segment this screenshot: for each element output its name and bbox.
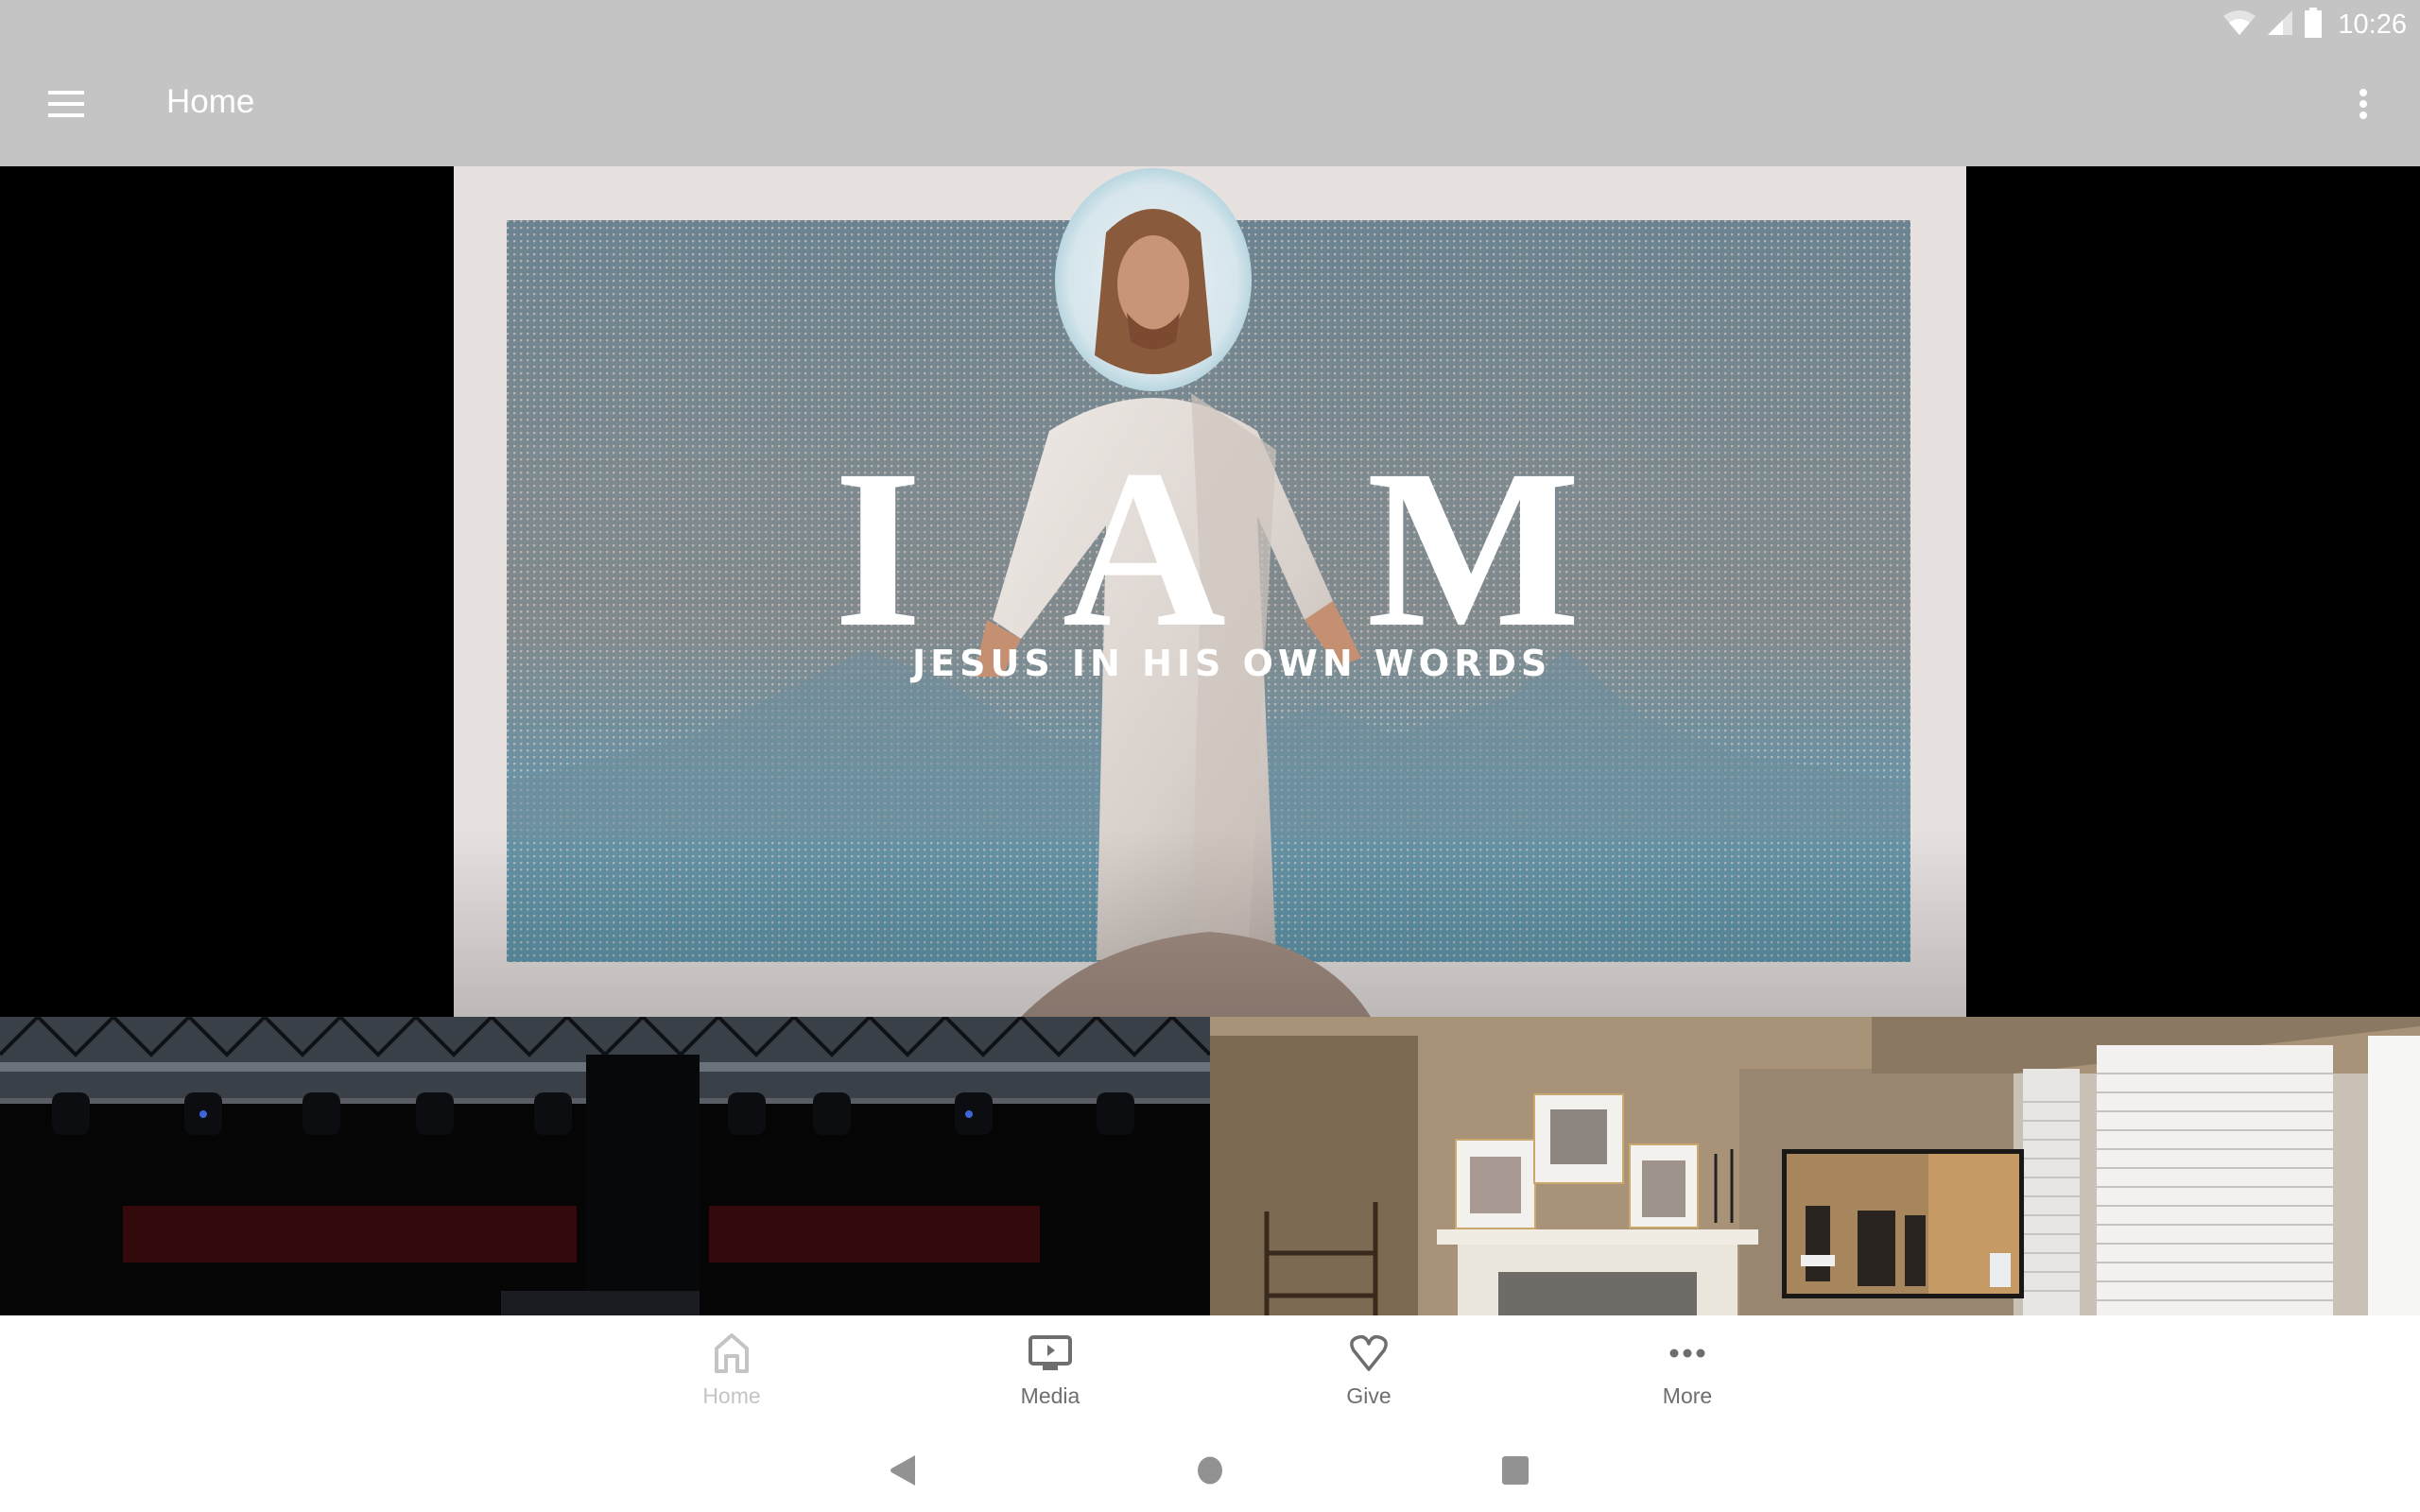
series-title-letter: A xyxy=(1062,422,1227,674)
home-circle-icon xyxy=(1196,1455,1224,1490)
heart-icon xyxy=(1346,1331,1392,1376)
more-options-button[interactable] xyxy=(2335,77,2392,134)
living-room-video-tile[interactable] xyxy=(1210,1017,2420,1315)
series-title-letter: M xyxy=(1366,422,1581,674)
cell-signal-icon xyxy=(2266,9,2294,42)
status-time: 10:26 xyxy=(2338,9,2407,40)
nav-tab-label: More xyxy=(1662,1383,1713,1408)
back-icon xyxy=(889,1454,917,1491)
system-home-button[interactable] xyxy=(1177,1444,1243,1501)
series-subtitle: JESUS IN HIS OWN WORDS xyxy=(912,643,1552,684)
system-back-button[interactable] xyxy=(870,1444,936,1501)
screen: 10:26 Home I A M JESUS IN HIS OWN WORDS … xyxy=(0,0,2420,1512)
tv-play-icon xyxy=(1028,1331,1073,1376)
system-navigation-bar xyxy=(0,1427,2420,1512)
nav-tab-label: Give xyxy=(1346,1383,1392,1408)
recents-icon xyxy=(1501,1455,1530,1490)
bottom-navigation: Home Media Give More xyxy=(0,1315,2420,1427)
status-bar: 10:26 xyxy=(2222,6,2407,43)
more-horiz-icon xyxy=(1665,1331,1710,1376)
nav-tab-label: Home xyxy=(702,1383,761,1408)
series-title: I A M xyxy=(834,422,1581,674)
hero-banner[interactable]: I A M JESUS IN HIS OWN WORDS xyxy=(0,166,2420,1017)
system-recents-button[interactable] xyxy=(1482,1444,1548,1501)
app-bar: 10:26 Home xyxy=(0,0,2420,166)
battery-icon xyxy=(2304,7,2323,43)
sermon-series-artwork[interactable]: I A M JESUS IN HIS OWN WORDS xyxy=(454,166,1966,1017)
menu-button[interactable] xyxy=(38,77,95,134)
nav-tab-give[interactable]: Give xyxy=(1274,1331,1463,1421)
series-title-letter: I xyxy=(834,422,923,674)
nav-tab-more[interactable]: More xyxy=(1593,1331,1782,1421)
page-title: Home xyxy=(166,83,255,120)
living-room-thumbnail xyxy=(1210,1017,2420,1315)
nav-tab-home[interactable]: Home xyxy=(637,1331,826,1421)
stage-thumbnail xyxy=(0,1017,1210,1315)
nav-tab-media[interactable]: Media xyxy=(956,1331,1145,1421)
more-vert-icon xyxy=(2359,88,2368,125)
home-icon xyxy=(709,1331,754,1376)
wifi-icon xyxy=(2222,9,2256,42)
nav-tab-label: Media xyxy=(1020,1383,1080,1408)
stage-video-tile[interactable] xyxy=(0,1017,1210,1315)
menu-icon xyxy=(48,90,84,122)
